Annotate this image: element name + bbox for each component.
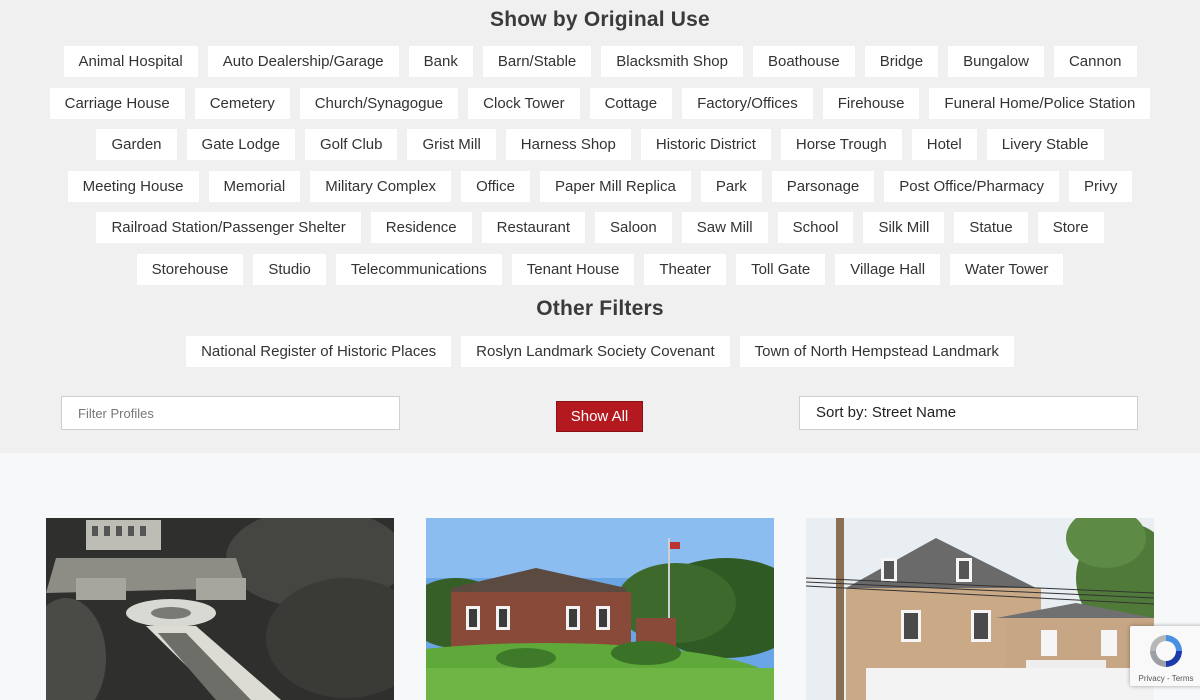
- filter-chip-gate-lodge[interactable]: Gate Lodge: [186, 129, 295, 160]
- original-use-row: Storehouse Studio Telecommunications Tenant…: [0, 254, 1200, 285]
- filter-chip-bridge[interactable]: Bridge: [864, 46, 939, 77]
- filter-chip-garden[interactable]: Garden: [96, 129, 177, 160]
- original-use-row: Railroad Station/Passenger Shelter Reside…: [0, 212, 1200, 243]
- filter-chip-tenant-house[interactable]: Tenant House: [511, 254, 635, 285]
- filter-chip-studio[interactable]: Studio: [253, 254, 326, 285]
- original-use-row: Meeting House Memorial Military Complex Off…: [0, 171, 1200, 202]
- filter-chip-grist-mill[interactable]: Grist Mill: [407, 129, 496, 160]
- filter-chip-golf-club[interactable]: Golf Club: [304, 129, 398, 160]
- filter-chip-toll-gate[interactable]: Toll Gate: [736, 254, 826, 285]
- recaptcha-links[interactable]: Privacy - Terms: [1130, 674, 1200, 683]
- other-filters-heading: Other Filters: [536, 297, 664, 320]
- filter-chip-harness-shop[interactable]: Harness Shop: [505, 129, 631, 160]
- brick-building-photo: [426, 518, 774, 700]
- filter-chip-railroad-station-passenger-shelter[interactable]: Railroad Station/Passenger Shelter: [96, 212, 361, 243]
- filter-profiles-input[interactable]: [61, 396, 400, 430]
- profile-card-3[interactable]: [806, 518, 1154, 700]
- filter-chip-carriage-house[interactable]: Carriage House: [49, 88, 185, 119]
- filter-chip-parsonage[interactable]: Parsonage: [771, 171, 875, 202]
- show-all-button[interactable]: Show All: [556, 401, 643, 432]
- original-use-row: Carriage House Cemetery Church/Synagogue Cl…: [0, 88, 1200, 119]
- filter-chip-bungalow[interactable]: Bungalow: [948, 46, 1044, 77]
- filter-chip-meeting-house[interactable]: Meeting House: [67, 171, 199, 202]
- filter-chip-privy[interactable]: Privy: [1069, 171, 1133, 202]
- filter-chip-firehouse[interactable]: Firehouse: [822, 88, 920, 119]
- filter-chip-church-synagogue[interactable]: Church/Synagogue: [299, 88, 459, 119]
- filter-chip-statue[interactable]: Statue: [954, 212, 1028, 243]
- filter-panel: Show by Original Use Animal Hospital Auto…: [0, 0, 1200, 453]
- clapboard-house-photo: [806, 518, 1154, 700]
- filter-chip-military-complex[interactable]: Military Complex: [310, 171, 452, 202]
- filter-chip-auto-dealership-garage[interactable]: Auto Dealership/Garage: [207, 46, 399, 77]
- filter-chip-post-office-pharmacy[interactable]: Post Office/Pharmacy: [884, 171, 1060, 202]
- filter-chip-historic-district[interactable]: Historic District: [640, 129, 771, 160]
- filter-chip-animal-hospital[interactable]: Animal Hospital: [63, 46, 198, 77]
- original-use-row: Garden Gate Lodge Golf Club Grist Mill Harne…: [0, 129, 1200, 160]
- recaptcha-icon: [1150, 635, 1182, 667]
- original-use-heading: Show by Original Use: [490, 8, 710, 31]
- filter-chip-barn-stable[interactable]: Barn/Stable: [482, 46, 592, 77]
- filter-chip-residence[interactable]: Residence: [370, 212, 472, 243]
- recaptcha-badge[interactable]: Privacy - Terms: [1130, 626, 1200, 686]
- filter-chip-town-of-north-hempstead-landmark[interactable]: Town of North Hempstead Landmark: [739, 336, 1014, 367]
- sort-select[interactable]: Sort by: Street Name: [799, 396, 1138, 430]
- filter-chip-silk-mill[interactable]: Silk Mill: [863, 212, 945, 243]
- filter-chip-memorial[interactable]: Memorial: [208, 171, 301, 202]
- filter-chip-school[interactable]: School: [777, 212, 854, 243]
- filter-chip-roslyn-landmark-society-covenant[interactable]: Roslyn Landmark Society Covenant: [461, 336, 730, 367]
- filter-chip-livery-stable[interactable]: Livery Stable: [986, 129, 1104, 160]
- filter-chip-storehouse[interactable]: Storehouse: [136, 254, 244, 285]
- filter-chip-cottage[interactable]: Cottage: [589, 88, 673, 119]
- filter-chip-park[interactable]: Park: [700, 171, 762, 202]
- filter-chip-factory-offices[interactable]: Factory/Offices: [682, 88, 813, 119]
- filter-chip-blacksmith-shop[interactable]: Blacksmith Shop: [601, 46, 743, 77]
- filter-chip-telecommunications[interactable]: Telecommunications: [335, 254, 502, 285]
- filter-chip-saloon[interactable]: Saloon: [595, 212, 672, 243]
- filter-chip-cannon[interactable]: Cannon: [1053, 46, 1137, 77]
- filter-chip-clock-tower[interactable]: Clock Tower: [468, 88, 580, 119]
- filter-chip-water-tower[interactable]: Water Tower: [950, 254, 1064, 285]
- filter-chip-restaurant[interactable]: Restaurant: [481, 212, 586, 243]
- filter-chip-bank[interactable]: Bank: [408, 46, 473, 77]
- filter-chip-funeral-home-police-station[interactable]: Funeral Home/Police Station: [929, 88, 1151, 119]
- filter-chip-village-hall[interactable]: Village Hall: [835, 254, 941, 285]
- profile-card-1[interactable]: [46, 518, 394, 700]
- other-filters-row: National Register of Historic Places Rosl…: [0, 336, 1200, 367]
- filter-chip-store[interactable]: Store: [1037, 212, 1104, 243]
- filter-chip-office[interactable]: Office: [461, 171, 530, 202]
- profile-card-2[interactable]: [426, 518, 774, 700]
- filter-chip-theater[interactable]: Theater: [644, 254, 727, 285]
- filter-chip-cemetery[interactable]: Cemetery: [194, 88, 290, 119]
- filter-chip-paper-mill-replica[interactable]: Paper Mill Replica: [539, 171, 691, 202]
- filter-chip-horse-trough[interactable]: Horse Trough: [780, 129, 902, 160]
- filter-chip-saw-mill[interactable]: Saw Mill: [681, 212, 768, 243]
- original-use-row: Animal Hospital Auto Dealership/Garage Ban…: [0, 46, 1200, 77]
- filter-chip-hotel[interactable]: Hotel: [911, 129, 977, 160]
- estate-aerial-photo: [46, 518, 394, 700]
- filter-chip-boathouse[interactable]: Boathouse: [752, 46, 855, 77]
- filter-chip-national-register-of-historic-places[interactable]: National Register of Historic Places: [186, 336, 452, 367]
